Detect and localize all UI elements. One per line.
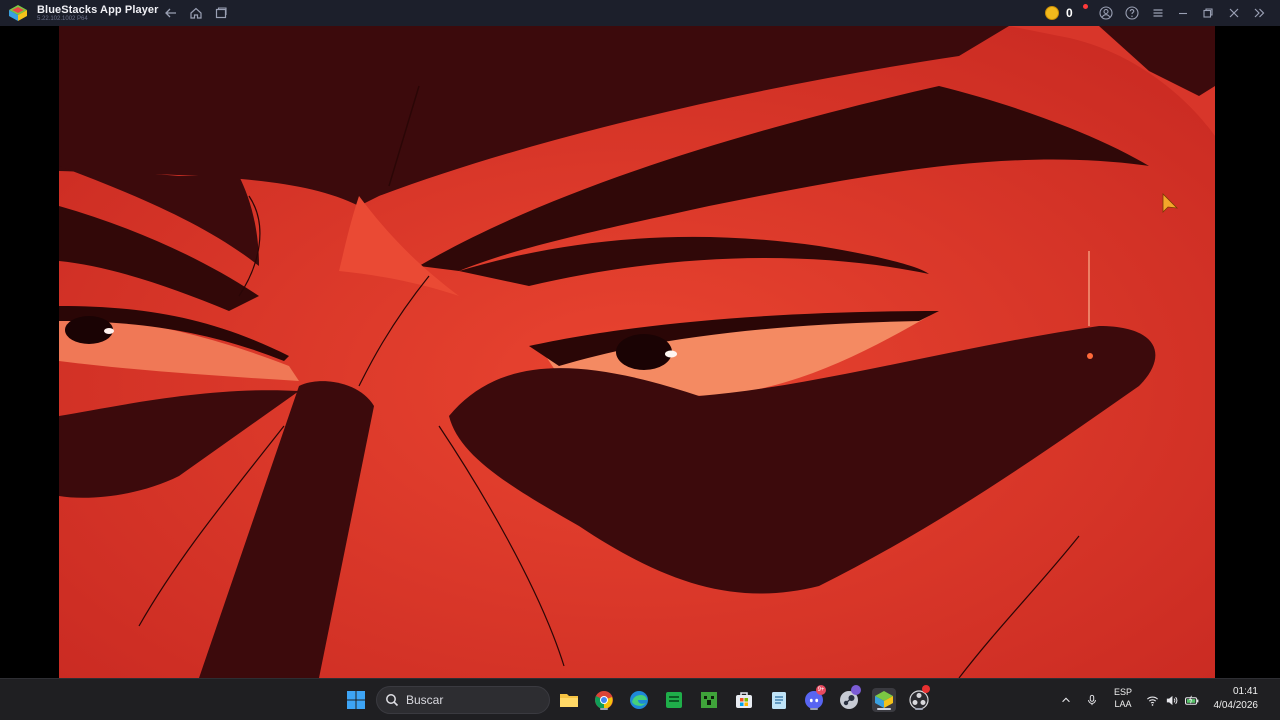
minimize-button[interactable] — [1174, 4, 1192, 22]
menu-button[interactable] — [1149, 4, 1167, 22]
taskbar-green-app[interactable] — [662, 688, 686, 712]
back-button[interactable] — [162, 4, 180, 22]
taskbar-minecraft[interactable] — [697, 688, 721, 712]
language-indicator[interactable]: ESP LAA — [1111, 686, 1135, 710]
close-icon — [1229, 8, 1239, 18]
coin-icon[interactable] — [1045, 6, 1059, 20]
battery-icon — [1184, 695, 1199, 705]
active-indicator — [600, 708, 608, 710]
windows-start-icon — [347, 691, 365, 709]
letterbox-left — [0, 26, 59, 678]
store-icon — [736, 692, 752, 708]
microphone-icon — [1088, 694, 1096, 706]
battery-button[interactable] — [1183, 688, 1201, 712]
anime-face-illustration — [59, 26, 1215, 678]
account-button[interactable] — [1097, 4, 1115, 22]
minimize-icon — [1179, 12, 1187, 15]
search-placeholder: Buscar — [406, 693, 444, 707]
clock-date: 4/04/2026 — [1213, 700, 1259, 711]
wifi-icon — [1146, 696, 1158, 706]
bluestacks-titlebar: BlueStacks App Player 5.22.102.1002 P64 … — [0, 0, 1280, 26]
app-version: 5.22.102.1002 P64 — [37, 16, 88, 22]
taskbar-edge[interactable] — [627, 688, 651, 712]
taskbar-notepad[interactable] — [767, 688, 791, 712]
tray-overflow-button[interactable] — [1058, 688, 1074, 712]
taskbar-file-explorer[interactable] — [557, 688, 581, 712]
app-title: BlueStacks App Player — [37, 4, 159, 16]
help-icon — [1125, 6, 1139, 20]
menu-icon — [1153, 9, 1163, 17]
back-icon — [165, 8, 176, 18]
folder-icon — [560, 694, 578, 707]
language-code: ESP — [1113, 687, 1132, 697]
speaker-icon — [1166, 695, 1177, 705]
bluestacks-logo-icon — [9, 5, 27, 21]
spreadsheet-icon — [666, 692, 682, 708]
expand-sidebar-button[interactable] — [1250, 4, 1268, 22]
taskbar-store[interactable] — [732, 688, 756, 712]
minecraft-icon — [701, 692, 717, 708]
active-indicator — [915, 708, 923, 710]
search-icon — [386, 694, 399, 707]
taskbar-steam[interactable] — [837, 685, 861, 712]
taskbar-discord[interactable]: 9+ — [802, 685, 826, 712]
home-icon — [190, 7, 202, 19]
taskbar-obs[interactable] — [907, 685, 931, 712]
notepad-icon — [772, 692, 786, 709]
account-icon — [1099, 6, 1113, 20]
volume-button[interactable] — [1163, 688, 1179, 712]
restore-icon — [1203, 8, 1213, 18]
microphone-button[interactable] — [1084, 688, 1100, 712]
keyboard-layout: LAA — [1114, 699, 1132, 709]
taskbar-bluestacks[interactable] — [872, 688, 896, 712]
discord-badge: 9+ — [816, 685, 826, 695]
clock-time: 01:41 — [1232, 686, 1258, 697]
steam-badge — [851, 685, 861, 695]
active-indicator — [877, 708, 891, 710]
restore-button[interactable] — [1199, 4, 1217, 22]
windows-taskbar: Buscar 9+ ESP LAA 01:41 4/04/2026 — [0, 678, 1280, 720]
wifi-button[interactable] — [1144, 688, 1160, 712]
taskbar-search[interactable]: Buscar — [376, 686, 550, 714]
coin-count: 0 — [1066, 6, 1073, 20]
help-button[interactable] — [1123, 4, 1141, 22]
game-viewport[interactable] — [59, 26, 1215, 678]
taskbar-chrome[interactable] — [592, 688, 616, 712]
start-button[interactable] — [344, 688, 368, 712]
edge-icon — [630, 691, 648, 709]
close-button[interactable] — [1225, 4, 1243, 22]
system-clock[interactable]: 01:41 4/04/2026 — [1214, 685, 1259, 713]
active-indicator — [810, 708, 818, 710]
notification-dot — [1083, 4, 1088, 9]
recording-indicator — [922, 685, 930, 693]
expand-sidebar-icon — [1254, 8, 1265, 18]
letterbox-right — [1215, 26, 1280, 678]
home-button[interactable] — [187, 4, 205, 22]
chevron-up-icon — [1062, 697, 1070, 703]
multi-instance-icon — [215, 7, 227, 19]
multi-instance-button[interactable] — [212, 4, 230, 22]
